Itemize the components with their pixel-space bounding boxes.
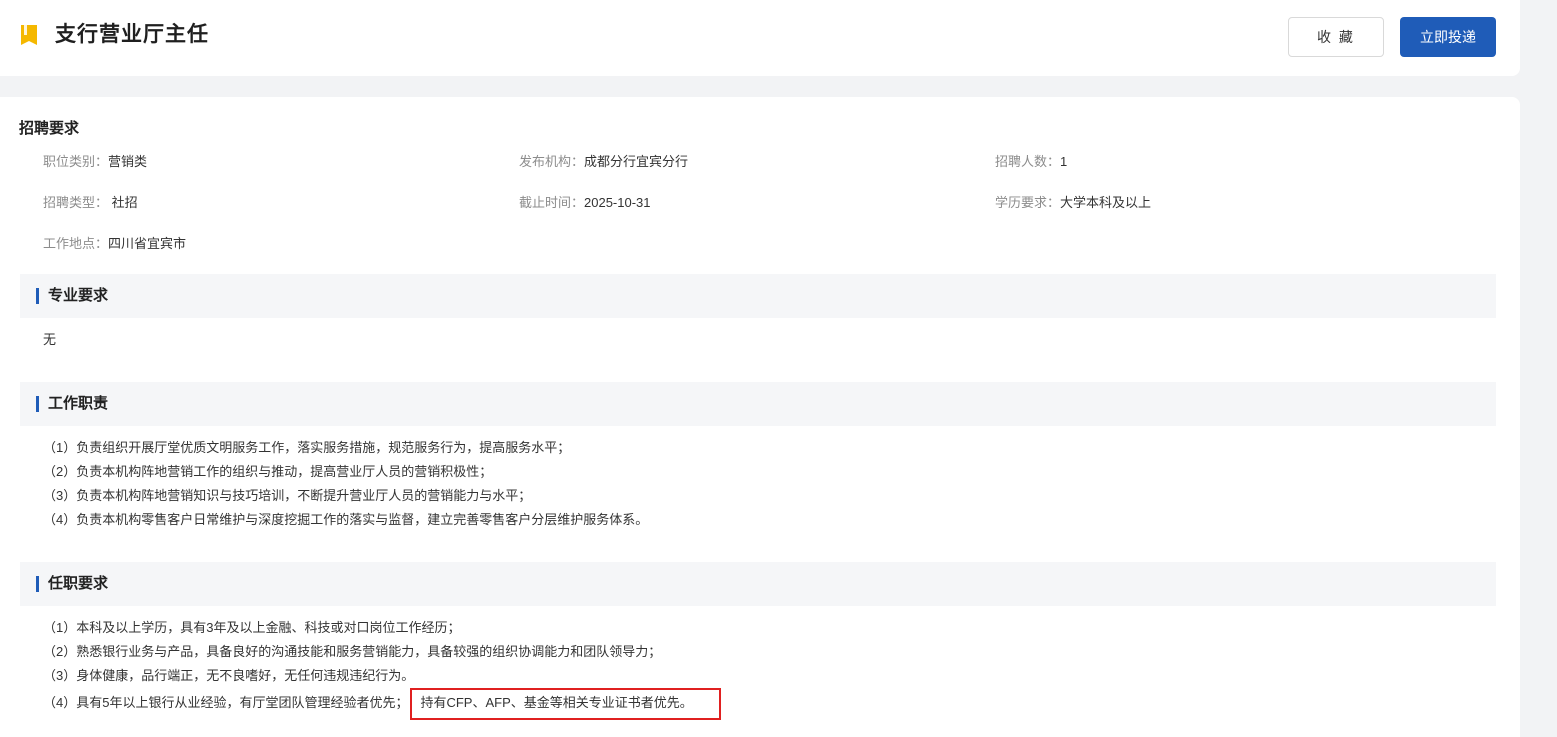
info-value: 2025-10-31 — [584, 195, 651, 210]
list-item: （2）负责本机构阵地营销工作的组织与推动，提高营业厅人员的营销积极性； — [43, 464, 493, 479]
info-publisher: 发布机构：成都分行宜宾分行 — [519, 152, 688, 172]
major-content: 无 — [43, 332, 57, 347]
highlighted-text: 持有CFP、AFP、基金等相关专业证书者优先。 — [410, 688, 721, 720]
job-header: 支行营业厅主任 收 藏 立即投递 — [0, 0, 1520, 76]
bookmark-icon — [21, 25, 37, 45]
section-title: 专业要求 — [48, 287, 109, 304]
info-value: 成都分行宜宾分行 — [584, 154, 689, 169]
info-education: 学历要求：大学本科及以上 — [995, 193, 1151, 213]
job-detail-card: 招聘要求 职位类别：营销类 发布机构：成都分行宜宾分行 招聘人数：1 招聘类型：… — [0, 97, 1520, 737]
info-headcount: 招聘人数：1 — [995, 152, 1067, 172]
section-major: 专业要求 — [20, 274, 1496, 318]
section-accent — [36, 288, 39, 304]
info-value: 营销类 — [108, 154, 148, 169]
info-label: 学历要求： — [995, 195, 1061, 210]
info-label: 招聘人数： — [995, 154, 1061, 169]
info-value: 1 — [1060, 154, 1068, 169]
info-recruit-type: 招聘类型： 社招 — [43, 193, 138, 213]
info-label: 工作地点： — [43, 236, 109, 251]
info-label: 发布机构： — [519, 154, 585, 169]
page-title: 支行营业厅主任 — [55, 23, 209, 46]
section-accent — [36, 396, 39, 412]
info-label: 职位类别： — [43, 154, 109, 169]
info-location: 工作地点：四川省宜宾市 — [43, 234, 186, 254]
info-label: 招聘类型： — [43, 195, 109, 210]
list-item-text: （4）具有5年以上银行从业经验，有厅堂团队管理经验者优先； — [43, 695, 409, 710]
section-qualifications: 任职要求 — [20, 562, 1496, 606]
list-item: （1）本科及以上学历，具有3年及以上金融、科技或对口岗位工作经历； — [43, 620, 461, 635]
favorite-button[interactable]: 收 藏 — [1288, 17, 1384, 57]
info-value: 大学本科及以上 — [1060, 195, 1152, 210]
list-item: （1）负责组织开展厅堂优质文明服务工作，落实服务措施，规范服务行为，提高服务水平… — [43, 440, 571, 455]
section-accent — [36, 576, 39, 592]
section-title: 工作职责 — [48, 395, 109, 412]
info-value: 社招 — [108, 195, 138, 210]
section-duties: 工作职责 — [20, 382, 1496, 426]
qualifications-list: （1）本科及以上学历，具有3年及以上金融、科技或对口岗位工作经历； （2）熟悉银… — [43, 616, 721, 720]
list-item: （3）身体健康，品行端正，无不良嗜好，无任何违规违纪行为。 — [43, 668, 415, 683]
section-title: 任职要求 — [48, 575, 109, 592]
list-item: （4）具有5年以上银行从业经验，有厅堂团队管理经验者优先； 持有CFP、AFP、基… — [43, 688, 721, 720]
info-label: 截止时间： — [519, 195, 585, 210]
info-deadline: 截止时间：2025-10-31 — [519, 193, 651, 213]
list-item: （2）熟悉银行业务与产品，具备良好的沟通技能和服务营销能力，具备较强的组织协调能… — [43, 644, 662, 659]
list-item: （4）负责本机构零售客户日常维护与深度挖掘工作的落实与监督，建立完善零售客户分层… — [43, 512, 649, 527]
info-job-category: 职位类别：营销类 — [43, 152, 147, 172]
apply-button[interactable]: 立即投递 — [1400, 17, 1496, 57]
duties-list: （1）负责组织开展厅堂优质文明服务工作，落实服务措施，规范服务行为，提高服务水平… — [43, 436, 648, 532]
requirements-heading: 招聘要求 — [19, 120, 80, 137]
list-item: （3）负责本机构阵地营销知识与技巧培训，不断提升营业厅人员的营销能力与水平； — [43, 488, 532, 503]
info-value: 四川省宜宾市 — [108, 236, 187, 251]
